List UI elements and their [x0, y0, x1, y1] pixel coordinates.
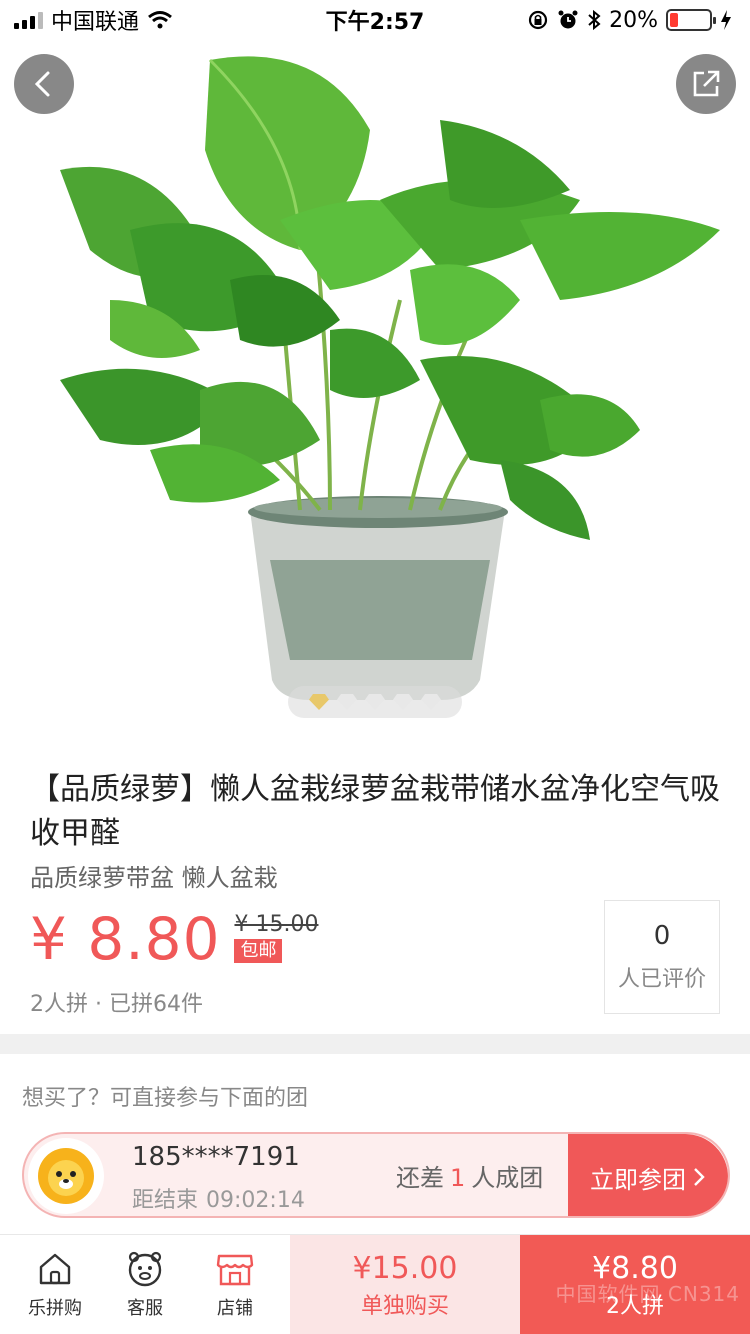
tab-store-label: 店铺 — [217, 1298, 253, 1319]
gallery-dot[interactable] — [393, 694, 413, 710]
wifi-icon — [148, 11, 172, 29]
free-shipping-badge: 包邮 — [234, 939, 283, 963]
countdown-label: 距结束 — [132, 1188, 199, 1213]
open-group-card[interactable]: 185****7191 距结束 09:02:14 还差 1 人成团 立即参团 — [22, 1132, 730, 1218]
tab-customer-service[interactable]: 客服 — [100, 1235, 190, 1334]
chevron-left-icon — [34, 71, 50, 97]
share-button[interactable] — [676, 54, 736, 114]
share-icon — [693, 70, 720, 97]
home-icon — [39, 1253, 71, 1285]
product-photo-pothos-plant — [60, 56, 720, 700]
join-group-label: 立即参团 — [590, 1165, 686, 1194]
original-price: ¥ 15.00 — [234, 912, 319, 937]
chevron-right-icon — [694, 1168, 705, 1186]
group-leader-phone: 185****7191 — [132, 1142, 300, 1172]
status-time: 下午2:57 — [325, 10, 425, 35]
group-price: ¥ 8.80 — [30, 905, 221, 973]
buy-alone-button[interactable]: ¥15.00 单独购买 — [290, 1235, 520, 1334]
alarm-icon — [558, 10, 578, 29]
back-button[interactable] — [14, 54, 74, 114]
tab-customer-service-label: 客服 — [127, 1298, 163, 1319]
store-icon — [216, 1254, 254, 1286]
countdown-time: 09:02:14 — [206, 1188, 305, 1213]
price-row: ¥ 8.80 ¥ 15.00 包邮 — [30, 904, 318, 974]
gallery-dot[interactable] — [365, 694, 385, 710]
gallery-dot-active[interactable] — [309, 694, 329, 710]
product-image-gallery[interactable] — [0, 0, 750, 732]
group-status: 还差 1 人成团 — [396, 1158, 543, 1193]
battery-percent: 20% — [609, 7, 658, 33]
product-subtitle: 品质绿萝带盆 懒人盆栽 — [30, 864, 278, 892]
avatar — [28, 1138, 104, 1214]
group-sales-info: 2人拼 · 已拼64件 — [30, 992, 203, 1017]
group-status-prefix: 还差 — [396, 1164, 444, 1192]
watermark: 中国软件网 CN314 — [555, 1282, 740, 1306]
carrier-label: 中国联通 — [51, 10, 140, 35]
bluetooth-icon — [588, 9, 601, 31]
signal-icon — [14, 11, 43, 29]
join-group-button[interactable]: 立即参团 — [568, 1134, 728, 1216]
buy-alone-label: 单独购买 — [360, 1293, 449, 1319]
review-count: 0 — [653, 921, 671, 951]
join-hint: 想买了？可直接参与下面的团 — [22, 1086, 309, 1111]
review-summary[interactable]: 0 人已评价 — [604, 900, 720, 1014]
product-title: 【品质绿萝】懒人盆栽绿萝盆栽带储水盆净化空气吸收甲醛 — [30, 772, 720, 851]
gallery-dot[interactable] — [421, 694, 441, 710]
customer-service-icon — [128, 1251, 162, 1287]
members-needed: 1 — [450, 1164, 466, 1192]
tab-home-label: 乐拼购 — [28, 1298, 82, 1319]
section-divider — [0, 1034, 750, 1054]
review-label: 人已评价 — [617, 967, 706, 992]
rotation-lock-icon — [528, 10, 548, 30]
charging-icon — [721, 10, 731, 30]
battery-icon — [666, 9, 716, 31]
gallery-dot[interactable] — [337, 694, 357, 710]
gallery-pagination — [288, 686, 462, 718]
lion-mascot-icon — [38, 1148, 94, 1204]
buy-alone-price: ¥15.00 — [352, 1250, 458, 1286]
countdown: 距结束 09:02:14 — [132, 1182, 305, 1214]
group-status-suffix: 人成团 — [471, 1164, 544, 1192]
product-info: 【品质绿萝】懒人盆栽绿萝盆栽带储水盆净化空气吸收甲醛 品质绿萝带盆 懒人盆栽 ¥… — [0, 732, 750, 1032]
tab-home[interactable]: 乐拼购 — [10, 1235, 100, 1334]
tab-store[interactable]: 店铺 — [190, 1235, 280, 1334]
status-bar: 中国联通 下午2:57 20% — [0, 0, 750, 40]
